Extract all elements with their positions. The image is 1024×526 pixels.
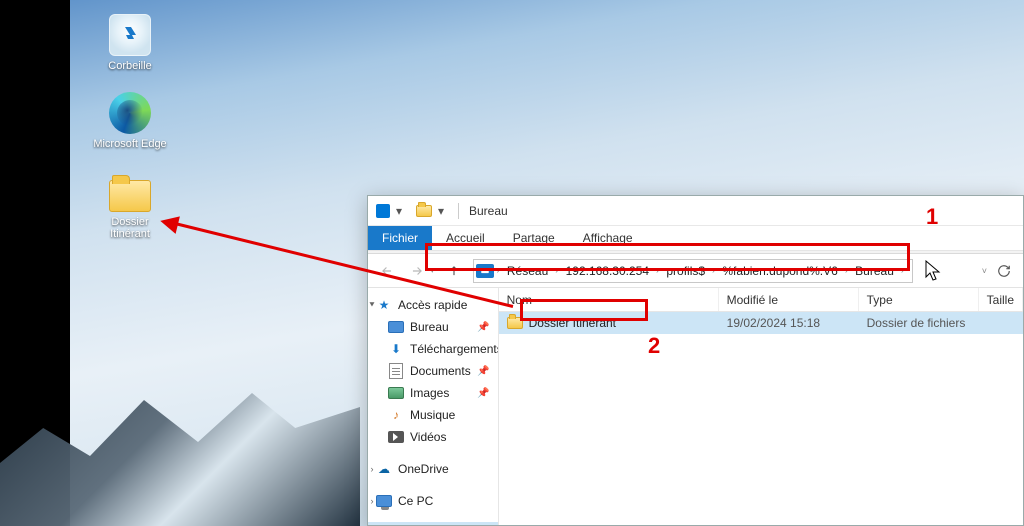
history-dropdown-icon[interactable]: ▾ — [430, 265, 435, 276]
nav-music[interactable]: ♪ Musique — [368, 404, 498, 426]
titlebar-divider — [458, 203, 459, 219]
tab-view[interactable]: Affichage — [569, 226, 647, 250]
annotation-arrow-head — [158, 212, 180, 234]
file-modified: 19/02/2024 15:18 — [719, 316, 859, 330]
nav-onedrive[interactable]: › ☁ OneDrive — [368, 458, 498, 480]
annotation-label-1: 1 — [926, 204, 938, 230]
images-icon — [388, 387, 404, 399]
tab-home[interactable]: Accueil — [432, 226, 499, 250]
nav-videos[interactable]: Vidéos — [368, 426, 498, 448]
desktop-icon-label: Corbeille — [90, 60, 170, 72]
onedrive-icon: ☁ — [376, 461, 392, 477]
nav-network[interactable]: › Réseau — [368, 522, 498, 525]
recycle-bin-icon — [109, 14, 151, 56]
nav-label: Vidéos — [410, 430, 446, 444]
nav-label: Documents — [410, 364, 471, 378]
file-name: Dossier Itinérant — [529, 316, 616, 330]
col-type[interactable]: Type — [859, 288, 979, 311]
app-icon — [376, 204, 390, 218]
nav-label: Ce PC — [398, 494, 433, 508]
nav-label: Images — [410, 386, 449, 400]
nav-this-pc[interactable]: › Ce PC — [368, 490, 498, 512]
chevron-right-icon[interactable]: › — [711, 265, 716, 276]
breadcrumb-item[interactable]: Réseau — [503, 264, 552, 278]
window-title: Bureau — [469, 204, 508, 218]
desktop-icon-folder[interactable]: Dossier Itinérant — [90, 174, 170, 240]
documents-icon — [389, 363, 403, 379]
desktop-icon-label: Microsoft Edge — [90, 138, 170, 150]
refresh-button[interactable] — [993, 260, 1015, 282]
navigation-pane[interactable]: ⯆ ★ Accès rapide Bureau 📌 ⬇ Téléchargeme… — [368, 288, 499, 525]
nav-label: Accès rapide — [398, 298, 467, 312]
folder-icon — [109, 180, 151, 212]
breadcrumb-item[interactable]: Bureau — [851, 264, 898, 278]
nav-label: Bureau — [410, 320, 449, 334]
up-button[interactable] — [443, 260, 465, 282]
file-row[interactable]: Dossier Itinérant 19/02/2024 15:18 Dossi… — [499, 312, 1023, 334]
forward-button[interactable] — [406, 260, 428, 282]
ribbon-tabs: Fichier Accueil Partage Affichage — [368, 226, 1023, 250]
network-icon — [476, 264, 494, 278]
folder-icon — [507, 317, 523, 329]
nav-label: Musique — [410, 408, 455, 422]
chevron-right-icon[interactable]: › — [655, 265, 660, 276]
qat-chevron-icon[interactable]: ▾ — [438, 204, 452, 218]
desktop-icon-edge[interactable]: Microsoft Edge — [90, 92, 170, 150]
file-type: Dossier de fichiers — [859, 316, 979, 330]
arrow-up-icon — [447, 264, 461, 278]
file-explorer-window[interactable]: ▾ ▾ Bureau Fichier Accueil Partage Affic… — [367, 195, 1024, 526]
annotation-label-2: 2 — [648, 333, 660, 359]
refresh-icon — [997, 264, 1011, 278]
nav-images[interactable]: Images 📌 — [368, 382, 498, 404]
navigation-bar: ▾ › Réseau › 192.168.30.254 › profils$ ›… — [368, 254, 1023, 288]
col-modified[interactable]: Modifié le — [719, 288, 859, 311]
titlebar[interactable]: ▾ ▾ Bureau — [368, 196, 1023, 226]
videos-icon — [388, 431, 404, 443]
music-icon: ♪ — [388, 407, 404, 423]
nav-documents[interactable]: Documents 📌 — [368, 360, 498, 382]
col-name[interactable]: Nom — [499, 288, 719, 311]
breadcrumb-item[interactable]: profils$ — [662, 264, 709, 278]
titlebar-folder-icon — [416, 205, 432, 217]
arrow-right-icon — [410, 264, 424, 278]
expand-icon[interactable]: › — [368, 464, 378, 474]
desktop-icon-recycle-bin[interactable]: Corbeille — [90, 14, 170, 72]
tab-share[interactable]: Partage — [499, 226, 569, 250]
chevron-right-icon[interactable]: › — [496, 265, 501, 276]
pin-icon: 📌 — [477, 322, 489, 333]
col-size[interactable]: Taille — [979, 288, 1023, 311]
chevron-right-icon[interactable]: › — [900, 265, 905, 276]
tab-file[interactable]: Fichier — [368, 226, 432, 250]
address-bar[interactable]: › Réseau › 192.168.30.254 › profils$ › %… — [473, 259, 913, 283]
pc-icon — [376, 495, 392, 507]
pin-icon: 📌 — [477, 388, 489, 399]
address-dropdown-icon[interactable]: ˅ — [982, 266, 987, 276]
qat-dropdown-icon[interactable]: ▾ — [396, 204, 410, 218]
file-list-pane[interactable]: Nom Modifié le Type Taille Dossier Itiné… — [499, 288, 1023, 525]
chevron-right-icon[interactable]: › — [844, 265, 849, 276]
column-headers[interactable]: Nom Modifié le Type Taille — [499, 288, 1023, 312]
nav-label: Téléchargements — [410, 342, 499, 356]
pin-icon: 📌 — [477, 366, 489, 377]
nav-desktop[interactable]: Bureau 📌 — [368, 316, 498, 338]
expand-icon[interactable]: ⯆ — [368, 300, 378, 311]
quick-access-icon: ★ — [376, 297, 392, 313]
nav-label: OneDrive — [398, 462, 449, 476]
nav-downloads[interactable]: ⬇ Téléchargements 📌 — [368, 338, 498, 360]
downloads-icon: ⬇ — [388, 341, 404, 357]
chevron-right-icon[interactable]: › — [554, 265, 559, 276]
breadcrumb-item[interactable]: %fabien.dupond%.V6 — [718, 264, 841, 278]
breadcrumb-item[interactable]: 192.168.30.254 — [562, 264, 653, 278]
edge-icon — [109, 92, 151, 134]
desktop-icon — [388, 321, 404, 333]
